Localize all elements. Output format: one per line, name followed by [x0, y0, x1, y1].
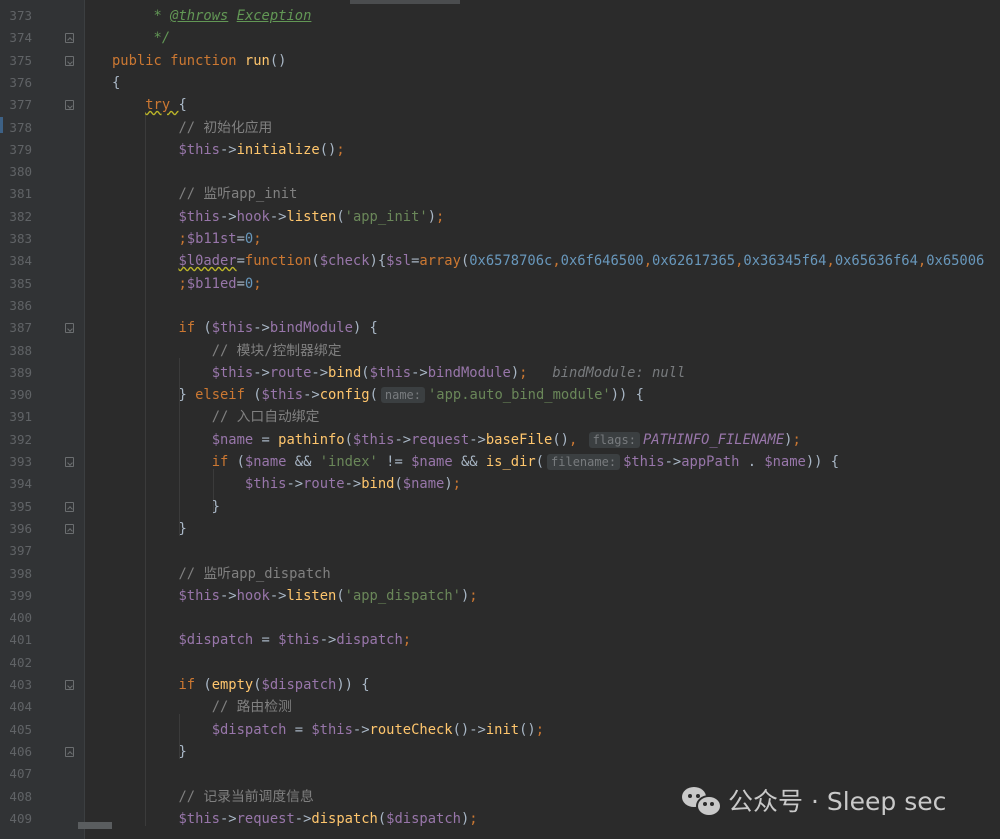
code-line[interactable]: $this->route->bind($name); — [112, 473, 461, 495]
top-scroll-indicator[interactable] — [350, 0, 460, 4]
line-number: 388 — [9, 342, 32, 358]
code-line[interactable]: $this->request->dispatch($dispatch); — [112, 808, 477, 830]
fold-toggle-icon[interactable] — [65, 501, 74, 512]
line-number: 401 — [9, 632, 32, 648]
line-number: 402 — [9, 654, 32, 670]
code-line[interactable]: */ — [112, 27, 171, 49]
line-number: 390 — [9, 387, 32, 403]
line-number: 405 — [9, 721, 32, 737]
code-line[interactable]: // 初始化应用 — [112, 117, 272, 139]
fold-toggle-icon[interactable] — [65, 323, 74, 334]
wechat-icon — [682, 785, 722, 817]
horizontal-scrollbar-thumb[interactable] — [78, 822, 112, 829]
line-number: 378 — [9, 119, 32, 135]
line-number: 395 — [9, 498, 32, 514]
code-line[interactable]: } — [112, 741, 186, 763]
gutter-divider — [84, 0, 85, 839]
code-line[interactable]: ;$b11st=0; — [112, 228, 261, 250]
code-line[interactable]: $dispatch = $this->routeCheck()->init(); — [112, 719, 544, 741]
line-number: 396 — [9, 520, 32, 536]
code-line[interactable]: { — [112, 72, 120, 94]
line-number: 383 — [9, 231, 32, 246]
line-number: 375 — [9, 52, 32, 68]
line-number: 393 — [9, 454, 32, 469]
wechat-watermark: 公众号 · Sleep sec — [682, 783, 946, 817]
line-number: 404 — [9, 699, 32, 715]
code-line[interactable]: * @throws Exception — [112, 5, 312, 27]
line-number: 398 — [9, 565, 32, 581]
code-editor[interactable]: 373 * @throws Exception 374 */ 375 public f… — [0, 0, 1000, 839]
code-line[interactable]: // 监听app_init — [112, 183, 297, 205]
code-line[interactable]: $dispatch = $this->dispatch; — [112, 629, 411, 651]
line-number: 403 — [9, 677, 32, 692]
code-line[interactable]: ;$b11ed=0; — [112, 273, 261, 295]
code-line[interactable]: // 入口自动绑定 — [112, 406, 320, 428]
code-line[interactable]: // 监听app_dispatch — [112, 563, 330, 585]
line-number: 384 — [9, 253, 32, 269]
watermark-text: 公众号 · Sleep sec — [728, 787, 947, 816]
line-number: 392 — [9, 431, 32, 447]
code-line[interactable]: } — [112, 496, 220, 518]
line-number: 385 — [9, 275, 32, 291]
line-number: 389 — [9, 364, 32, 380]
line-number: 399 — [9, 587, 32, 603]
code-line[interactable]: } — [112, 518, 186, 540]
line-number: 379 — [9, 141, 32, 157]
line-number: 374 — [9, 30, 32, 46]
line-number: 391 — [9, 409, 32, 425]
fold-toggle-icon[interactable] — [65, 523, 74, 534]
code-line[interactable]: if ($this->bindModule) { — [112, 317, 377, 339]
line-number: 408 — [9, 788, 32, 804]
code-line[interactable]: // 模块/控制器绑定 — [112, 340, 342, 362]
line-number: 397 — [9, 543, 32, 559]
code-line[interactable]: $l0ader=function($check){$sl=array(0x657… — [112, 250, 984, 272]
line-number: 373 — [9, 8, 32, 23]
line-number: 386 — [9, 297, 32, 313]
line-number: 400 — [9, 610, 32, 626]
fold-toggle-icon[interactable] — [65, 457, 74, 467]
code-line[interactable]: $this->initialize(); — [112, 139, 344, 161]
code-line[interactable]: if ($name && 'index' != $name && is_dir(… — [112, 451, 839, 473]
line-number: 381 — [9, 186, 32, 202]
line-number: 380 — [9, 164, 32, 180]
code-line[interactable]: } elseif ($this->config(name:'app.auto_b… — [112, 384, 644, 406]
code-line[interactable]: try { — [112, 94, 187, 116]
code-line[interactable]: $this->route->bind($this->bindModule); b… — [112, 362, 686, 384]
code-line[interactable]: // 路由检测 — [112, 696, 292, 718]
fold-toggle-icon[interactable] — [65, 746, 74, 757]
code-line[interactable]: public function run() — [112, 50, 286, 72]
line-number: 409 — [9, 810, 32, 826]
code-line[interactable]: $this->hook->listen('app_dispatch'); — [112, 585, 477, 607]
line-number: 394 — [9, 476, 32, 492]
line-number: 376 — [9, 74, 32, 90]
fold-toggle-icon[interactable] — [65, 100, 74, 111]
fold-toggle-icon[interactable] — [65, 33, 74, 44]
line-number: 377 — [9, 97, 32, 113]
code-line[interactable]: if (empty($dispatch)) { — [112, 674, 369, 696]
fold-toggle-icon[interactable] — [65, 680, 74, 690]
code-line[interactable]: $name = pathinfo($this->request->baseFil… — [112, 429, 801, 451]
line-number: 387 — [9, 320, 32, 336]
line-number: 382 — [9, 208, 32, 224]
fold-toggle-icon[interactable] — [65, 55, 74, 66]
code-line[interactable]: $this->hook->listen('app_init'); — [112, 206, 444, 228]
code-line[interactable]: // 记录当前调度信息 — [112, 786, 313, 808]
line-number: 407 — [9, 766, 32, 782]
line-number: 406 — [9, 743, 32, 759]
